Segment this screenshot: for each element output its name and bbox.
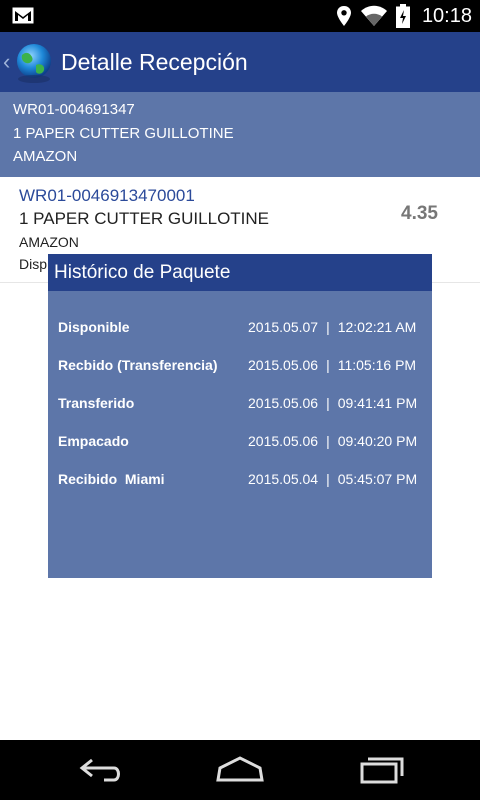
history-row: Recbido (Transferencia) 2015.05.06 | 11:05… bbox=[48, 346, 432, 384]
item-description: 1 PAPER CUTTER GUILLOTINE bbox=[19, 209, 270, 228]
battery-charging-icon bbox=[395, 4, 410, 28]
dialog-title: Histórico de Paquete bbox=[48, 254, 432, 291]
history-row: Empacado 2015.05.06 | 09:40:20 PM bbox=[48, 422, 432, 460]
item-amount: 4.35 bbox=[401, 203, 438, 224]
item-tracking: WR01-0046913470001 bbox=[19, 186, 195, 205]
wifi-icon bbox=[360, 5, 387, 26]
history-status: Recibido Miami bbox=[58, 471, 165, 487]
history-status: Disponible bbox=[58, 319, 130, 335]
clock: 10:18 bbox=[421, 4, 472, 27]
history-time: 12:02:21 AM bbox=[337, 319, 417, 335]
history-row: Transferido 2015.05.06 | 09:41:41 PM bbox=[48, 384, 432, 422]
history-list: Disponible 2015.05.07 | 12:02:21 AM Recbid… bbox=[48, 291, 432, 498]
history-date: 2015.05.06 bbox=[248, 395, 319, 411]
history-row: Disponible 2015.05.07 | 12:02:21 AM bbox=[48, 308, 432, 346]
history-datetime: 2015.05.07 | 12:02:21 AM bbox=[248, 319, 416, 335]
history-date: 2015.05.07 bbox=[248, 319, 319, 335]
history-date: 2015.05.06 bbox=[248, 357, 319, 373]
item-vendor: AMAZON bbox=[19, 234, 79, 250]
header-vendor: AMAZON bbox=[13, 148, 78, 165]
gmail-icon bbox=[12, 7, 34, 24]
recent-apps-icon[interactable] bbox=[350, 752, 410, 788]
history-datetime: 2015.05.04 | 05:45:07 PM bbox=[248, 471, 417, 487]
history-status: Transferido bbox=[58, 395, 135, 411]
location-icon bbox=[336, 6, 351, 26]
status-bar: 10:18 bbox=[0, 0, 480, 32]
history-time: 11:05:16 PM bbox=[337, 357, 417, 373]
history-status: Empacado bbox=[58, 433, 129, 449]
history-datetime: 2015.05.06 | 11:05:16 PM bbox=[248, 357, 416, 373]
up-navigation-button[interactable]: ‹ Detalle Recepción bbox=[0, 32, 248, 92]
history-datetime: 2015.05.06 | 09:40:20 PM bbox=[248, 433, 417, 449]
page-title: Detalle Recepción bbox=[61, 49, 248, 75]
action-bar: ‹ Detalle Recepción bbox=[0, 32, 480, 92]
package-history-dialog: Histórico de Paquete Disponible 2015.05.… bbox=[48, 254, 432, 578]
history-date: 2015.05.04 bbox=[248, 471, 319, 487]
history-separator: | bbox=[326, 395, 330, 411]
history-separator: | bbox=[326, 433, 330, 449]
navigation-bar bbox=[0, 740, 480, 800]
back-icon[interactable] bbox=[70, 752, 130, 788]
status-icons: 10:18 bbox=[336, 0, 472, 32]
history-separator: | bbox=[326, 319, 330, 335]
history-time: 09:40:20 PM bbox=[337, 433, 418, 449]
reception-header: WR01-004691347 1 PAPER CUTTER GUILLOTINE… bbox=[0, 92, 480, 177]
history-time: 09:41:41 PM bbox=[337, 395, 418, 411]
history-datetime: 2015.05.06 | 09:41:41 PM bbox=[248, 395, 417, 411]
globe-logo-icon bbox=[17, 44, 51, 83]
history-separator: | bbox=[326, 471, 330, 487]
history-date: 2015.05.06 bbox=[248, 433, 319, 449]
history-status: Recbido (Transferencia) bbox=[58, 357, 218, 373]
header-description: 1 PAPER CUTTER GUILLOTINE bbox=[13, 124, 234, 142]
header-tracking: WR01-004691347 bbox=[13, 101, 135, 118]
history-time: 05:45:07 PM bbox=[337, 471, 418, 487]
history-separator: | bbox=[326, 357, 330, 373]
chevron-left-icon: ‹ bbox=[3, 49, 11, 74]
home-icon[interactable] bbox=[210, 752, 270, 788]
history-row: Recibido Miami 2015.05.04 | 05:45:07 PM bbox=[48, 460, 432, 498]
